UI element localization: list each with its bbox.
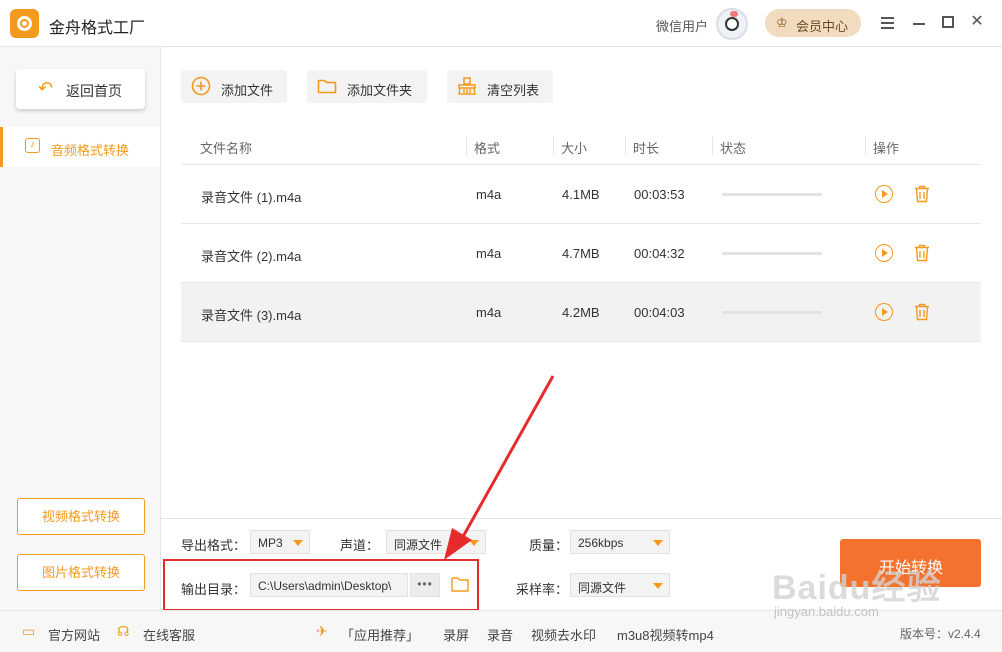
channel-value: 同源文件	[394, 538, 443, 552]
maximize-icon[interactable]	[942, 16, 954, 28]
file-format: m4a	[476, 187, 502, 202]
col-format: 格式	[474, 141, 501, 156]
headset-icon: ☊	[117, 623, 130, 639]
back-home-button[interactable]: ↶ 返回首页	[16, 69, 145, 109]
video-convert-button[interactable]: 视频格式转换	[17, 498, 145, 535]
avatar[interactable]	[716, 8, 748, 40]
music-note-icon: ♪	[25, 138, 40, 153]
file-size: 4.7MB	[562, 246, 600, 261]
file-duration: 00:04:03	[634, 305, 685, 320]
highlight-box	[163, 559, 479, 611]
col-status: 状态	[720, 141, 747, 156]
file-format: m4a	[476, 246, 502, 261]
quality-label: 质量：	[529, 538, 569, 553]
user-name[interactable]: 微信用户	[656, 16, 708, 35]
sidebar-item-label: 音频格式转换	[51, 143, 130, 158]
file-size: 4.2MB	[562, 305, 600, 320]
clear-list-label: 清空列表	[487, 83, 540, 98]
add-folder-button[interactable]: 添加文件夹	[307, 70, 427, 103]
table-row[interactable]: 录音文件 (1).m4a m4a 4.1MB 00:03:53	[181, 165, 981, 224]
video-watermark-link[interactable]: 视频去水印	[531, 625, 596, 644]
trash-icon[interactable]	[914, 303, 930, 321]
app-recommend-link[interactable]: 「应用推荐」	[341, 625, 419, 644]
col-size: 大小	[561, 141, 588, 156]
file-name: 录音文件 (2).m4a	[201, 249, 302, 264]
sample-rate-select[interactable]: 同源文件	[570, 573, 670, 597]
record-audio-link[interactable]: 录音	[487, 625, 513, 644]
chevron-down-icon	[653, 540, 663, 546]
file-format: m4a	[476, 305, 502, 320]
quality-value: 256kbps	[578, 536, 624, 550]
col-duration: 时长	[633, 141, 660, 156]
add-file-label: 添加文件	[221, 83, 274, 98]
play-icon[interactable]	[875, 185, 893, 203]
quality-select[interactable]: 256kbps	[570, 530, 670, 554]
chevron-down-icon	[293, 540, 303, 546]
image-convert-button[interactable]: 图片格式转换	[17, 554, 145, 591]
chevron-down-icon	[653, 583, 663, 589]
app-title: 金舟格式工厂	[49, 20, 146, 37]
export-format-value: MP3	[258, 536, 283, 550]
table-row[interactable]: 录音文件 (3).m4a m4a 4.2MB 00:04:03	[181, 283, 981, 342]
plus-circle-icon	[191, 76, 211, 96]
add-file-button[interactable]: 添加文件	[181, 70, 287, 103]
sample-rate-value: 同源文件	[578, 581, 627, 595]
title-bar: 金舟格式工厂 微信用户 ♔ 会员中心 ✕	[0, 0, 1002, 47]
clear-list-button[interactable]: 清空列表	[447, 70, 553, 103]
sidebar-item-audio-convert[interactable]: ♪ 音频格式转换	[0, 127, 160, 167]
progress-bar	[722, 311, 822, 314]
record-screen-link[interactable]: 录屏	[443, 625, 469, 644]
broom-icon	[458, 77, 476, 95]
add-folder-label: 添加文件夹	[347, 83, 413, 98]
m3u8-link[interactable]: m3u8视频转mp4	[617, 625, 714, 644]
watermark-big: Baidu经验	[772, 569, 942, 607]
channel-label: 声道：	[340, 538, 380, 553]
online-service-link[interactable]: 在线客服	[143, 625, 195, 644]
sample-rate-label: 采样率：	[516, 582, 569, 597]
progress-bar	[722, 252, 822, 255]
channel-select[interactable]: 同源文件	[386, 530, 486, 554]
col-filename: 文件名称	[200, 141, 253, 156]
file-size: 4.1MB	[562, 187, 600, 202]
official-site-link[interactable]: 官方网站	[48, 625, 100, 644]
file-name: 录音文件 (3).m4a	[201, 308, 302, 323]
file-name: 录音文件 (1).m4a	[201, 190, 302, 205]
monitor-icon: ▭	[22, 623, 36, 639]
watermark-small: jingyan.baidu.com	[774, 604, 879, 619]
table-header: 文件名称 格式 大小 时长 状态 操作	[181, 128, 981, 165]
minimize-icon[interactable]	[913, 23, 925, 25]
close-icon[interactable]: ✕	[967, 12, 987, 32]
file-duration: 00:03:53	[634, 187, 685, 202]
back-home-label: 返回首页	[66, 83, 122, 99]
menu-icon[interactable]	[881, 17, 894, 32]
col-actions: 操作	[873, 141, 900, 156]
file-duration: 00:04:32	[634, 246, 685, 261]
export-format-label: 导出格式：	[181, 538, 247, 553]
trash-icon[interactable]	[914, 244, 930, 262]
vip-center-button[interactable]: ♔ 会员中心	[765, 9, 861, 37]
export-format-select[interactable]: MP3	[250, 530, 310, 554]
play-icon[interactable]	[875, 244, 893, 262]
app-logo-icon	[10, 9, 39, 38]
baidu-watermark: Baidu经验 jingyan.baidu.com	[772, 560, 982, 630]
vip-center-label: 会员中心	[796, 19, 849, 34]
return-arrow-icon: ↶	[38, 78, 54, 98]
crown-icon: ♔	[776, 15, 788, 30]
progress-bar	[722, 193, 822, 196]
trash-icon[interactable]	[914, 185, 930, 203]
table-row[interactable]: 录音文件 (2).m4a m4a 4.7MB 00:04:32	[181, 224, 981, 283]
chevron-down-icon	[469, 540, 479, 546]
rocket-icon: ✈	[316, 623, 328, 639]
folder-icon	[317, 79, 337, 94]
file-table: 文件名称 格式 大小 时长 状态 操作 录音文件 (1).m4a m4a 4.1…	[181, 128, 981, 342]
play-icon[interactable]	[875, 303, 893, 321]
sidebar: ↶ 返回首页 ♪ 音频格式转换 视频格式转换 图片格式转换	[0, 47, 161, 610]
